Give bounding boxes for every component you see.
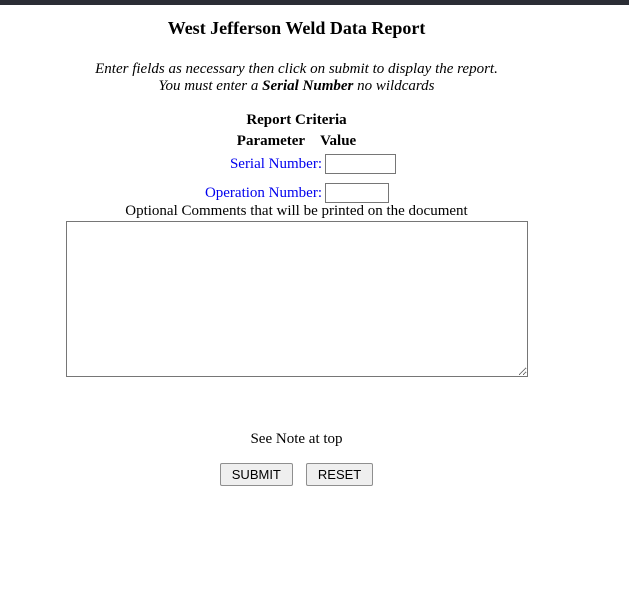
top-dark-bar: [0, 0, 629, 5]
serial-number-emphasis: Serial Number: [262, 78, 353, 94]
serial-number-row: Serial Number:: [0, 154, 593, 174]
instructions-line-2-suffix: no wildcards: [353, 78, 434, 94]
submit-button[interactable]: SUBMIT: [220, 463, 293, 486]
operation-number-label: Operation Number:: [0, 185, 322, 202]
operation-number-row: Operation Number:: [0, 183, 593, 203]
instructions-line-2: You must enter a Serial Number no wildca…: [0, 78, 593, 95]
comments-label: Optional Comments that will be printed o…: [0, 204, 593, 219]
criteria-column-headers: Parameter Value: [0, 133, 593, 149]
serial-number-label: Serial Number:: [0, 156, 322, 173]
instructions-line-1: Enter fields as necessary then click on …: [0, 61, 593, 78]
value-column-header: Value: [320, 133, 356, 149]
reset-button[interactable]: RESET: [306, 463, 373, 486]
operation-number-input[interactable]: [325, 183, 389, 203]
serial-number-input[interactable]: [325, 154, 396, 174]
instructions-line-2-prefix: You must enter a: [158, 78, 262, 94]
page-title: West Jefferson Weld Data Report: [0, 18, 593, 38]
comments-textarea[interactable]: [66, 221, 528, 377]
parameter-column-header: Parameter: [237, 133, 305, 149]
report-criteria-heading: Report Criteria: [0, 112, 593, 128]
page: West Jefferson Weld Data Report Enter fi…: [0, 0, 629, 486]
see-note-text: See Note at top: [0, 432, 593, 447]
button-row: SUBMIT RESET: [0, 463, 593, 486]
instructions: Enter fields as necessary then click on …: [0, 61, 593, 95]
report-form: West Jefferson Weld Data Report Enter fi…: [0, 18, 593, 486]
